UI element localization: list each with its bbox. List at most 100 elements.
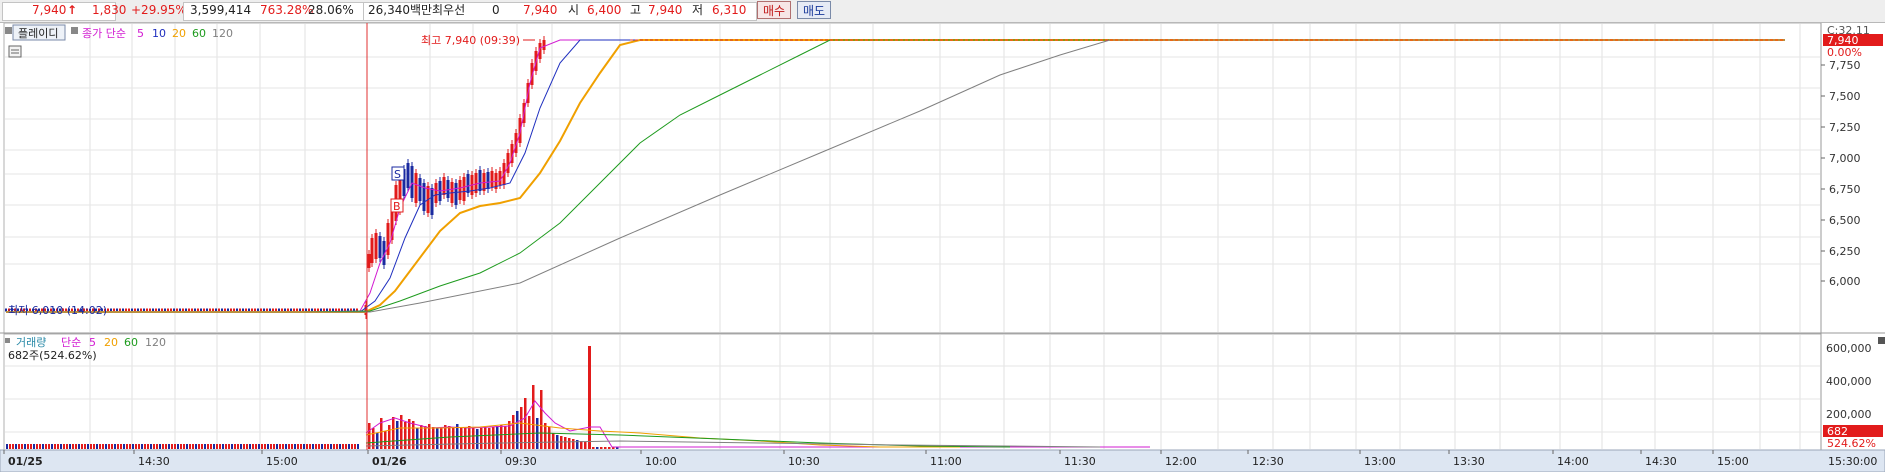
volume-bar (27, 444, 29, 449)
candle-body (414, 173, 418, 203)
volume-bar (532, 385, 535, 449)
volume-bar (6, 444, 8, 449)
buy-marker[interactable]: B (390, 198, 404, 213)
volume-bar (336, 444, 338, 449)
volume-bar (267, 444, 269, 449)
volume-bar (36, 444, 38, 449)
volume-bar (480, 428, 483, 449)
volume-bar (294, 444, 296, 449)
high-price: 7,940 (648, 3, 683, 17)
volume-bar (105, 444, 107, 449)
candle-body (203, 309, 205, 311)
candle-body (430, 188, 434, 215)
volume-bar (120, 444, 122, 449)
volume-bar (144, 444, 146, 449)
candle-body (128, 309, 130, 311)
quote-bar: 7,940 ↑ 1,830 +29.95% 3,599,414 763.28% … (0, 0, 1885, 23)
volume-bar (66, 444, 68, 449)
sell-marker[interactable]: S (391, 166, 405, 181)
volume-bar (63, 444, 65, 449)
volume-bar (342, 444, 344, 449)
candle-body (284, 309, 286, 311)
candle-body (341, 309, 343, 311)
volume-bar (552, 433, 555, 449)
volume-bar (351, 444, 353, 449)
volume-panel-frame (3, 333, 1822, 451)
price-y-tick-label: 6,250 (1829, 245, 1861, 258)
candle-body (194, 309, 196, 311)
low-annotation: 최저 6,010 (14:02) (8, 304, 107, 317)
volume-bar (604, 447, 607, 449)
candle-body (302, 309, 304, 311)
volume-bar (568, 438, 571, 449)
volume-bar (48, 444, 50, 449)
volume-bar (228, 444, 230, 449)
candle-body (326, 309, 328, 311)
candle-body (367, 254, 371, 268)
volume-y-tick-label: 600,000 (1826, 342, 1872, 355)
volume-bar (596, 447, 599, 449)
volume-bar (24, 444, 26, 449)
candle-body (338, 309, 340, 311)
volume-bar (165, 444, 167, 449)
volume-bar (500, 425, 503, 449)
buy-button[interactable]: 매수 (757, 1, 791, 19)
candle-body (278, 309, 280, 311)
volume-legend-toggle-icon[interactable] (5, 338, 10, 343)
volume-bar (436, 428, 439, 449)
sell-marker-label: S (394, 168, 401, 181)
volume-bar (273, 444, 275, 449)
volume-bar (318, 444, 320, 449)
volume-bar (345, 444, 347, 449)
candle-body (251, 309, 253, 311)
candle-body (146, 309, 148, 311)
chart-area[interactable]: 플레이디 종가 단순 5 10 20 60 120 거래량 단순 5 20 60… (0, 23, 1885, 472)
volume-bar (186, 444, 188, 449)
candle-body (200, 309, 202, 311)
volume-bar (368, 423, 371, 449)
ma-legend-20: 20 (172, 27, 186, 40)
vol-ma-legend-20: 20 (104, 336, 118, 349)
volume-bar (327, 444, 329, 449)
price-y-tick-label: 6,500 (1829, 214, 1861, 227)
candle-body (275, 309, 277, 311)
volume-bar (420, 425, 423, 449)
candle-body (164, 309, 166, 311)
price-volume-chart[interactable]: 플레이디 종가 단순 5 10 20 60 120 거래량 단순 5 20 60… (0, 23, 1885, 472)
candle-body (272, 309, 274, 311)
volume-bar (198, 444, 200, 449)
vol-ma-legend-5: 5 (89, 336, 96, 349)
candle-body (374, 233, 378, 259)
candle-body (498, 171, 502, 185)
calculator-icon[interactable] (8, 45, 22, 58)
volume-bar (540, 390, 543, 449)
candle-body (434, 183, 438, 203)
legend-toggle-icon[interactable] (5, 27, 12, 34)
volume-bar (129, 444, 131, 449)
trade-amount: 26,340백만 (368, 3, 433, 17)
change-percent: +29.95% (131, 3, 187, 17)
candle-body (116, 309, 118, 311)
volume-bar (156, 444, 158, 449)
volume-bar (78, 444, 80, 449)
volume-bar (207, 444, 209, 449)
candle-body (158, 309, 160, 311)
volume-bar (177, 444, 179, 449)
vol-ma-legend-120: 120 (145, 336, 166, 349)
time-axis-label: 11:30 (1064, 455, 1096, 468)
volume-bar (216, 444, 218, 449)
volume-value: 3,599,414 (190, 3, 252, 17)
candle-body (320, 309, 322, 311)
volume-ratio: 763.28% (260, 3, 314, 17)
volume-panel-close-icon[interactable] (1878, 337, 1885, 344)
volume-bar (297, 444, 299, 449)
volume-bar (18, 444, 20, 449)
sell-button[interactable]: 매도 (797, 1, 831, 19)
legend-ma-toggle-icon[interactable] (71, 27, 78, 34)
volume-bar (15, 444, 17, 449)
volume-bar (93, 444, 95, 449)
time-axis-label: 10:00 (645, 455, 677, 468)
candle-body (242, 309, 244, 311)
candle-body (260, 309, 262, 311)
volume-bar (84, 444, 86, 449)
